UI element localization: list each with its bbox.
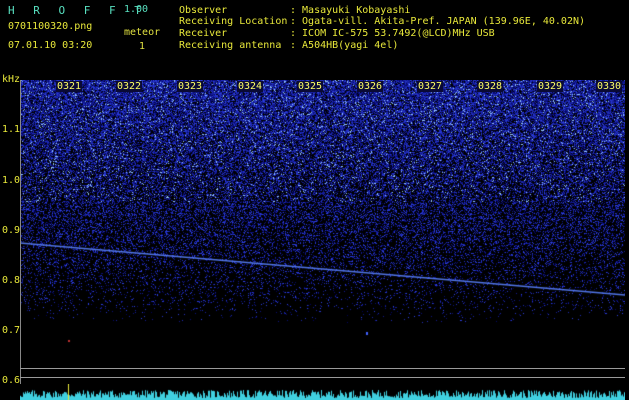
version-label: 1.00 (124, 4, 149, 15)
location-label: Receiving Location (179, 16, 288, 27)
x-tick-0329: 0329 (537, 81, 564, 92)
y-tick-0.7: 0.7 (2, 325, 21, 336)
x-tick-0326: 0326 (357, 81, 384, 92)
y-tick-1.1: 1.1 (2, 124, 21, 135)
audio-waveform (20, 384, 625, 400)
datetime: 07.01.10 03:20 (8, 40, 93, 51)
observer-label: Observer (179, 5, 228, 16)
divider-mid (20, 377, 625, 378)
divider-top (20, 368, 625, 369)
x-tick-0323: 0323 (177, 81, 204, 92)
x-tick-0330: 0330 (596, 81, 623, 92)
filename: 0701100320.png (8, 21, 93, 32)
y-tick-0.8: 0.8 (2, 275, 21, 286)
observer-value: : Masayuki Kobayashi (290, 5, 411, 16)
x-tick-0324: 0324 (237, 81, 264, 92)
spectrogram-canvas (20, 80, 625, 344)
antenna-value: : A504HB(yagi 4el) (290, 40, 399, 51)
x-tick-0322: 0322 (116, 81, 143, 92)
y-tick-1.0: 1.0 (2, 175, 21, 186)
y-axis-unit: kHz (2, 74, 21, 85)
y-tick-0.6: 0.6 (2, 375, 21, 386)
meteor-label: meteor (124, 27, 161, 38)
x-tick-0325: 0325 (297, 81, 324, 92)
receiver-value: : ICOM IC-575 53.7492(@LCD)MHz USB (290, 28, 495, 39)
antenna-label: Receiving antenna (179, 40, 282, 51)
meteor-count: 1 (139, 41, 146, 52)
y-tick-0.9: 0.9 (2, 225, 21, 236)
receiver-label: Receiver (179, 28, 228, 39)
x-tick-0327: 0327 (417, 81, 444, 92)
left-axis-line (20, 80, 21, 400)
x-tick-0321: 0321 (56, 81, 83, 92)
location-value: : Ogata-vill. Akita-Pref. JAPAN (139.96E… (290, 16, 586, 27)
x-tick-0328: 0328 (477, 81, 504, 92)
